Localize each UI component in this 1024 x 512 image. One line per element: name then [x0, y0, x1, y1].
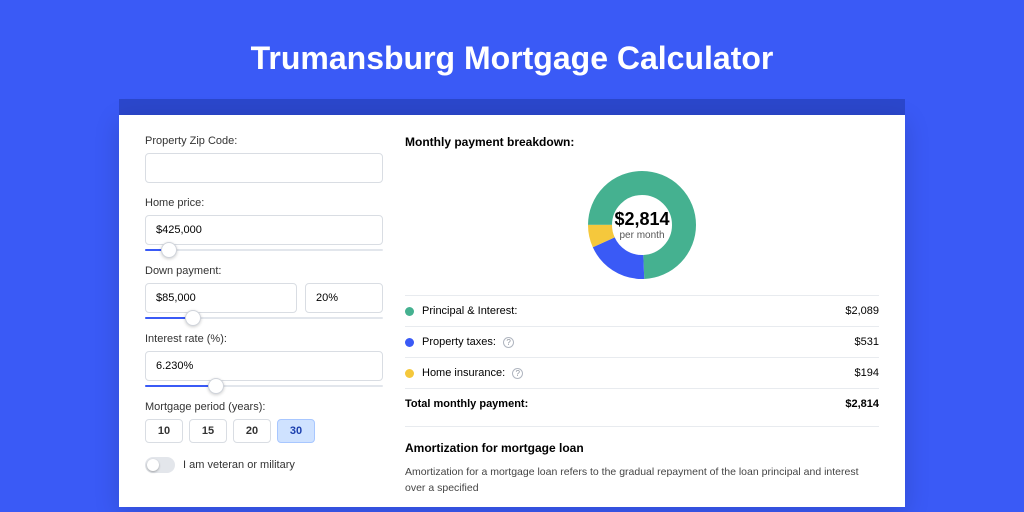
- veteran-toggle[interactable]: [145, 457, 175, 473]
- info-icon[interactable]: ?: [512, 368, 523, 379]
- term-option-10[interactable]: 10: [145, 419, 183, 443]
- veteran-label: I am veteran or military: [183, 459, 295, 471]
- donut-sub: per month: [614, 230, 669, 241]
- down-payment-percent-input[interactable]: 20%: [305, 283, 383, 313]
- term-option-15[interactable]: 15: [189, 419, 227, 443]
- page: Trumansburg Mortgage Calculator Property…: [0, 0, 1024, 507]
- breakdown-column: Monthly payment breakdown: $2,814 per mo…: [405, 135, 879, 497]
- payment-donut-chart: $2,814 per month: [405, 155, 879, 295]
- zip-label: Property Zip Code:: [145, 135, 383, 147]
- slider-thumb[interactable]: [208, 378, 224, 394]
- zip-input[interactable]: [145, 153, 383, 183]
- calculator-card: Property Zip Code: Home price: $425,000 …: [119, 115, 905, 507]
- breakdown-row-principal: Principal & Interest: $2,089: [405, 295, 879, 326]
- term-label: Mortgage period (years):: [145, 401, 383, 413]
- interest-rate-group: Interest rate (%): 6.230%: [145, 333, 383, 387]
- slider-thumb[interactable]: [161, 242, 177, 258]
- term-option-30[interactable]: 30: [277, 419, 315, 443]
- home-price-slider[interactable]: [145, 249, 383, 251]
- interest-rate-input[interactable]: 6.230%: [145, 351, 383, 381]
- info-icon[interactable]: ?: [503, 337, 514, 348]
- down-payment-label: Down payment:: [145, 265, 383, 277]
- donut-center: $2,814 per month: [614, 209, 669, 241]
- slider-thumb[interactable]: [185, 310, 201, 326]
- legend-dot: [405, 338, 414, 347]
- breakdown-label: Property taxes: ?: [422, 336, 855, 348]
- breakdown-row-insurance: Home insurance: ? $194: [405, 357, 879, 388]
- interest-rate-label: Interest rate (%):: [145, 333, 383, 345]
- amortization-text: Amortization for a mortgage loan refers …: [405, 465, 879, 497]
- breakdown-row-taxes: Property taxes: ? $531: [405, 326, 879, 357]
- veteran-row: I am veteran or military: [145, 457, 383, 473]
- breakdown-label: Home insurance: ?: [422, 367, 855, 379]
- page-title: Trumansburg Mortgage Calculator: [0, 40, 1024, 77]
- amortization-title: Amortization for mortgage loan: [405, 441, 879, 455]
- home-price-group: Home price: $425,000: [145, 197, 383, 251]
- zip-group: Property Zip Code:: [145, 135, 383, 183]
- term-options: 10 15 20 30: [145, 419, 383, 443]
- breakdown-title: Monthly payment breakdown:: [405, 135, 879, 149]
- total-value: $2,814: [845, 398, 879, 410]
- donut-amount: $2,814: [614, 209, 669, 230]
- legend-dot: [405, 307, 414, 316]
- breakdown-value: $194: [855, 367, 879, 379]
- breakdown-label: Principal & Interest:: [422, 305, 845, 317]
- inputs-column: Property Zip Code: Home price: $425,000 …: [145, 135, 383, 497]
- home-price-input[interactable]: $425,000: [145, 215, 383, 245]
- term-group: Mortgage period (years): 10 15 20 30: [145, 401, 383, 443]
- term-option-20[interactable]: 20: [233, 419, 271, 443]
- down-payment-slider[interactable]: [145, 317, 383, 319]
- breakdown-value: $2,089: [845, 305, 879, 317]
- breakdown-value: $531: [855, 336, 879, 348]
- down-payment-input[interactable]: $85,000: [145, 283, 297, 313]
- total-label: Total monthly payment:: [405, 398, 845, 410]
- legend-dot: [405, 369, 414, 378]
- down-payment-group: Down payment: $85,000 20%: [145, 265, 383, 319]
- interest-rate-slider[interactable]: [145, 385, 383, 387]
- home-price-label: Home price:: [145, 197, 383, 209]
- amortization-section: Amortization for mortgage loan Amortizat…: [405, 426, 879, 497]
- breakdown-total-row: Total monthly payment: $2,814: [405, 388, 879, 410]
